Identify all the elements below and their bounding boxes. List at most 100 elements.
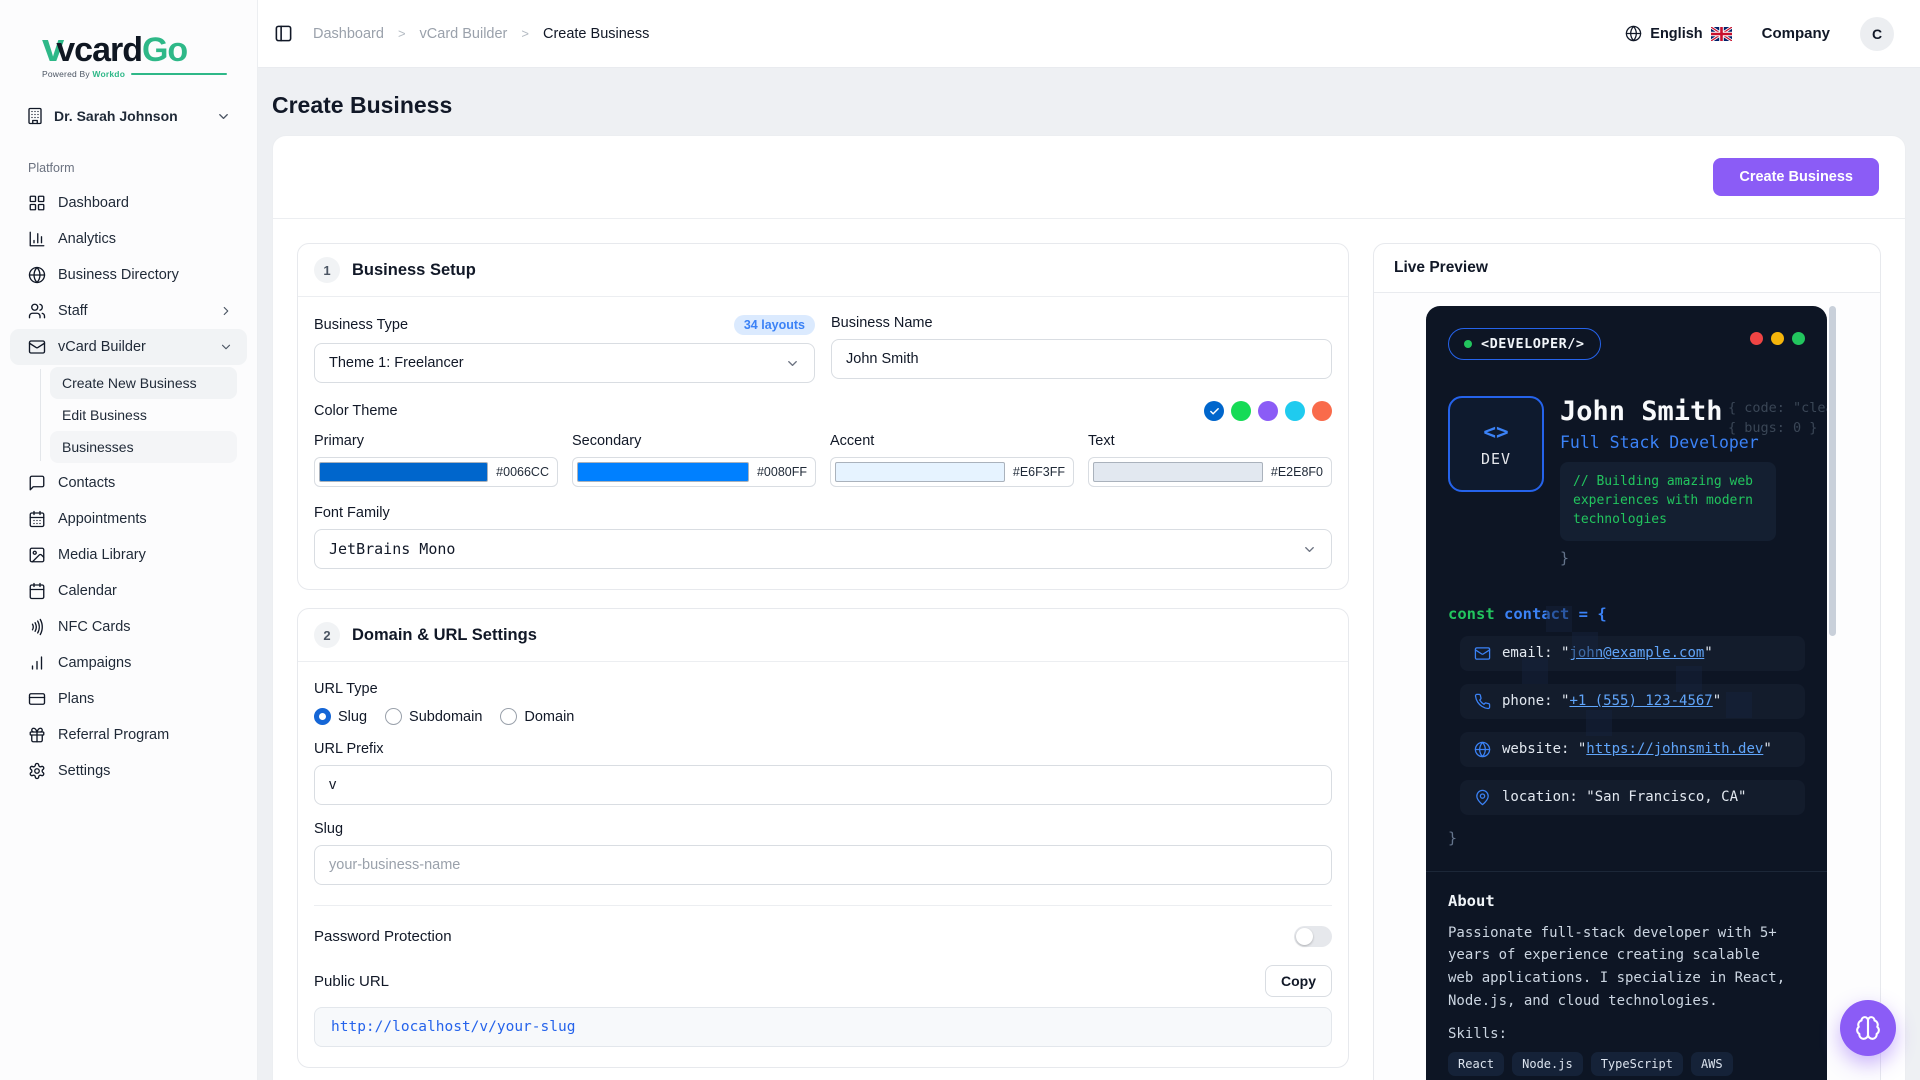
analytics-icon [28,230,46,248]
about-text: Passionate full-stack developer with 5+ … [1448,924,1786,1009]
ai-assistant-button[interactable] [1840,1000,1896,1056]
image-icon [28,546,46,564]
breadcrumb-dashboard[interactable]: Dashboard [313,26,384,42]
url-prefix-input[interactable] [314,765,1332,805]
credit-card-icon [28,690,46,708]
chevron-right-icon [219,304,233,318]
sidebar-item-vcard-builder[interactable]: vCard Builder [10,329,247,365]
sidebar-item-campaigns[interactable]: Campaigns [10,645,247,681]
sidebar-item-plans[interactable]: Plans [10,681,247,717]
font-family-select[interactable]: JetBrains Mono [314,529,1332,569]
sidebar-item-nfc-cards[interactable]: NFC Cards [10,609,247,645]
nfc-icon [28,618,46,636]
sidebar-item-referral-program[interactable]: Referral Program [10,717,247,753]
sidebar-item-analytics[interactable]: Analytics [10,221,247,257]
business-name-input[interactable] [831,339,1332,379]
sidebar-subitem-edit-business[interactable]: Edit Business [50,399,237,431]
text-color-swatch[interactable] [1093,462,1263,482]
company-menu[interactable]: Company [1762,25,1830,42]
breadcrumb-current: Create Business [542,25,650,42]
website-link[interactable]: https://johnsmith.dev [1586,741,1763,757]
section-business-setup: 1 Business Setup Business Type 34 layout… [297,243,1349,590]
language-label: English [1650,25,1703,42]
radio-subdomain[interactable]: Subdomain [385,708,482,725]
radio-domain[interactable]: Domain [500,708,574,725]
user-avatar[interactable]: C [1860,16,1894,51]
chevron-down-icon [219,340,233,354]
palette-dot-green[interactable] [1231,401,1251,421]
password-protection-toggle[interactable] [1294,926,1332,947]
sidebar-item-calendar[interactable]: Calendar [10,573,247,609]
radio-button[interactable] [314,708,331,725]
url-type-options: Slug Subdomain Domain [314,708,1332,725]
gear-icon [28,762,46,780]
brand-logo[interactable]: v vcard Go Powered By Workdo [0,0,257,79]
tagline-code-box: // Building amazing web experiences with… [1560,462,1776,541]
sidebar-item-settings[interactable]: Settings [10,753,247,789]
phone-link[interactable]: +1 (555) 123-4567 [1569,693,1712,709]
section-title: Domain & URL Settings [352,625,537,644]
building-icon [26,107,44,125]
business-name-field: Business Name [831,315,1332,383]
window-dot-green [1792,332,1805,345]
accent-color-swatch[interactable] [835,462,1005,482]
breadcrumb-vcard-builder[interactable]: vCard Builder [420,26,508,42]
radio-button[interactable] [500,708,518,725]
developer-badge: <DEVELOPER/> [1448,328,1601,360]
create-business-card: Create Business 1 Business Setup Busines… [272,135,1906,1080]
skill-chip: React [1448,1052,1505,1077]
preview-scrollbar[interactable] [1829,306,1836,1080]
uk-flag-icon [1710,26,1732,41]
section-title: Business Setup [352,260,476,279]
sidebar-toggle-icon[interactable] [274,24,293,43]
main-content: Create Business Create Business 1 Busine… [258,68,1920,1080]
grid-icon [28,194,46,212]
radio-button[interactable] [385,708,403,725]
sidebar-subitem-create-new-business[interactable]: Create New Business [50,367,237,399]
chevron-down-icon [1302,542,1317,557]
form-column: 1 Business Setup Business Type 34 layout… [297,243,1349,1080]
window-dots [1750,328,1805,345]
text-hex: #E2E8F0 [1270,465,1323,479]
topbar: Dashboard > vCard Builder > Create Busin… [258,0,1920,68]
radio-slug[interactable]: Slug [314,708,367,725]
location-value: San Francisco, CA [1594,789,1739,806]
slug-label: Slug [314,821,344,837]
palette-dot-orange[interactable] [1312,401,1332,421]
contact-row-location: location: "San Francisco, CA" [1460,779,1805,815]
sidebar-item-staff[interactable]: Staff [10,293,247,329]
phone-icon [1474,693,1491,710]
sidebar-subitem-businesses[interactable]: Businesses [50,431,237,463]
primary-color-field: Primary #0066CC [314,433,558,487]
primary-color-swatch[interactable] [319,462,489,482]
window-dot-amber [1771,332,1784,345]
language-selector[interactable]: English [1625,25,1732,42]
workspace-selector[interactable]: Dr. Sarah Johnson [14,97,243,135]
create-business-button[interactable]: Create Business [1713,158,1879,196]
divider [1426,870,1827,872]
sidebar-item-dashboard[interactable]: Dashboard [10,185,247,221]
gift-icon [28,726,46,744]
contact-row-phone: phone: "+1 (555) 123-4567" [1460,683,1805,719]
sidebar-item-contacts[interactable]: Contacts [10,465,247,501]
sidebar-item-media-library[interactable]: Media Library [10,537,247,573]
primary-hex: #0066CC [496,465,549,479]
palette-dot-cyan[interactable] [1285,401,1305,421]
slug-input[interactable] [314,845,1332,885]
copy-button[interactable]: Copy [1265,965,1332,997]
accent-hex: #E6F3FF [1012,465,1065,479]
sidebar-item-appointments[interactable]: Appointments [10,501,247,537]
mail-icon [28,338,46,356]
bar-chart-icon [28,654,46,672]
palette-dot-purple[interactable] [1258,401,1278,421]
window-dot-red [1750,332,1763,345]
powered-by-text: Powered By Workdo [42,69,126,79]
secondary-color-swatch[interactable] [577,462,749,482]
sidebar-item-business-directory[interactable]: Business Directory [10,257,247,293]
url-prefix-label: URL Prefix [314,741,384,757]
skill-chip: AWS [1690,1052,1733,1077]
breadcrumb: Dashboard > vCard Builder > Create Busin… [313,26,649,42]
skills-label: Skills: [1448,1026,1508,1043]
business-type-select[interactable]: Theme 1: Freelancer [314,343,815,383]
palette-dot-blue[interactable] [1204,401,1224,421]
